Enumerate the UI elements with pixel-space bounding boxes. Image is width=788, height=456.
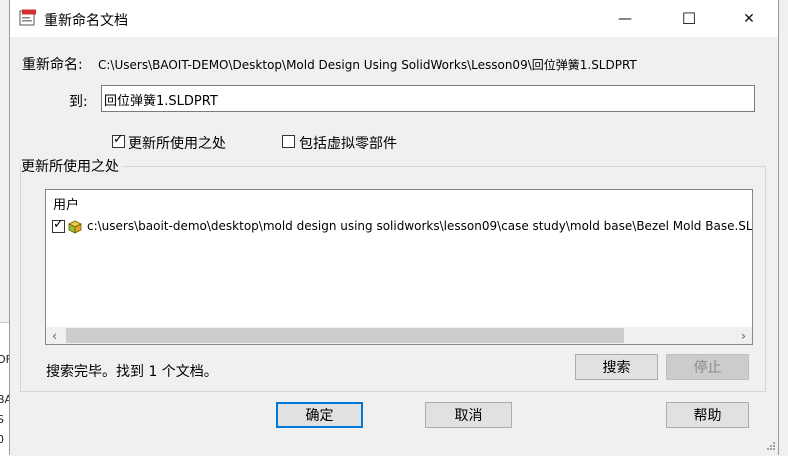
- minimize-icon: —: [618, 10, 632, 27]
- scroll-left-button[interactable]: ‹: [46, 327, 63, 344]
- scroll-right-button[interactable]: ›: [735, 327, 752, 344]
- close-button[interactable]: ✕: [726, 0, 772, 37]
- new-name-input[interactable]: 回位弹簧1.SLDPRT: [101, 85, 755, 112]
- maximize-icon: ☐: [681, 9, 697, 28]
- background-text-fragment: 0: [0, 433, 4, 446]
- stop-button[interactable]: 停止: [666, 354, 749, 380]
- rename-label: 重新命名:: [22, 57, 83, 73]
- scrollbar-thumb[interactable]: [66, 328, 624, 343]
- update-where-used-checkbox[interactable]: [112, 132, 125, 148]
- cancel-button[interactable]: 取消: [425, 402, 512, 428]
- source-path: C:\Users\BAOIT-DEMO\Desktop\Mold Design …: [98, 58, 637, 72]
- where-used-list[interactable]: 用户 c:\users\baoit-demo\desktop\mold desi…: [45, 189, 753, 345]
- update-where-used-label[interactable]: 更新所使用之处: [128, 133, 226, 153]
- rename-document-dialog: 重新命名文档 — ☐ ✕ 重新命名: C:\Users\BAOIT-DEMO\D…: [9, 0, 779, 455]
- assembly-icon: [68, 220, 82, 234]
- ok-button-label: 确定: [305, 408, 334, 424]
- column-header-user[interactable]: 用户: [53, 194, 79, 213]
- maximize-button[interactable]: ☐: [666, 0, 712, 37]
- where-used-path: c:\users\baoit-demo\desktop\mold design …: [87, 219, 752, 233]
- chevron-right-icon: ›: [741, 328, 746, 343]
- minimize-button[interactable]: —: [602, 0, 648, 37]
- horizontal-scrollbar[interactable]: ‹ ›: [46, 327, 752, 344]
- background-text-fragment: S: [0, 413, 4, 426]
- help-button-label: 帮助: [693, 408, 722, 424]
- new-name-value: 回位弹簧1.SLDPRT: [104, 94, 218, 109]
- search-status-text: 搜索完毕。找到 1 个文档。: [46, 364, 218, 380]
- row-checkbox[interactable]: [52, 218, 65, 233]
- search-button-label: 搜索: [602, 360, 631, 376]
- include-virtual-checkbox[interactable]: [282, 135, 295, 148]
- where-used-group-title: 更新所使用之处: [21, 156, 123, 176]
- help-button[interactable]: 帮助: [666, 402, 749, 428]
- dialog-title: 重新命名文档: [44, 13, 128, 29]
- chevron-left-icon: ‹: [52, 328, 57, 343]
- include-virtual-label[interactable]: 包括虚拟零部件: [299, 133, 397, 153]
- solidworks-app-icon: [19, 9, 36, 26]
- ok-button[interactable]: 确定: [276, 402, 363, 428]
- list-item[interactable]: c:\users\baoit-demo\desktop\mold design …: [52, 218, 752, 236]
- search-button[interactable]: 搜索: [575, 354, 658, 380]
- close-icon: ✕: [743, 10, 755, 27]
- to-label: 到:: [69, 94, 88, 110]
- cancel-button-label: 取消: [454, 408, 483, 424]
- resize-grip-icon[interactable]: [764, 441, 776, 453]
- stop-button-label: 停止: [693, 360, 722, 376]
- title-bar[interactable]: 重新命名文档 — ☐ ✕: [10, 0, 778, 37]
